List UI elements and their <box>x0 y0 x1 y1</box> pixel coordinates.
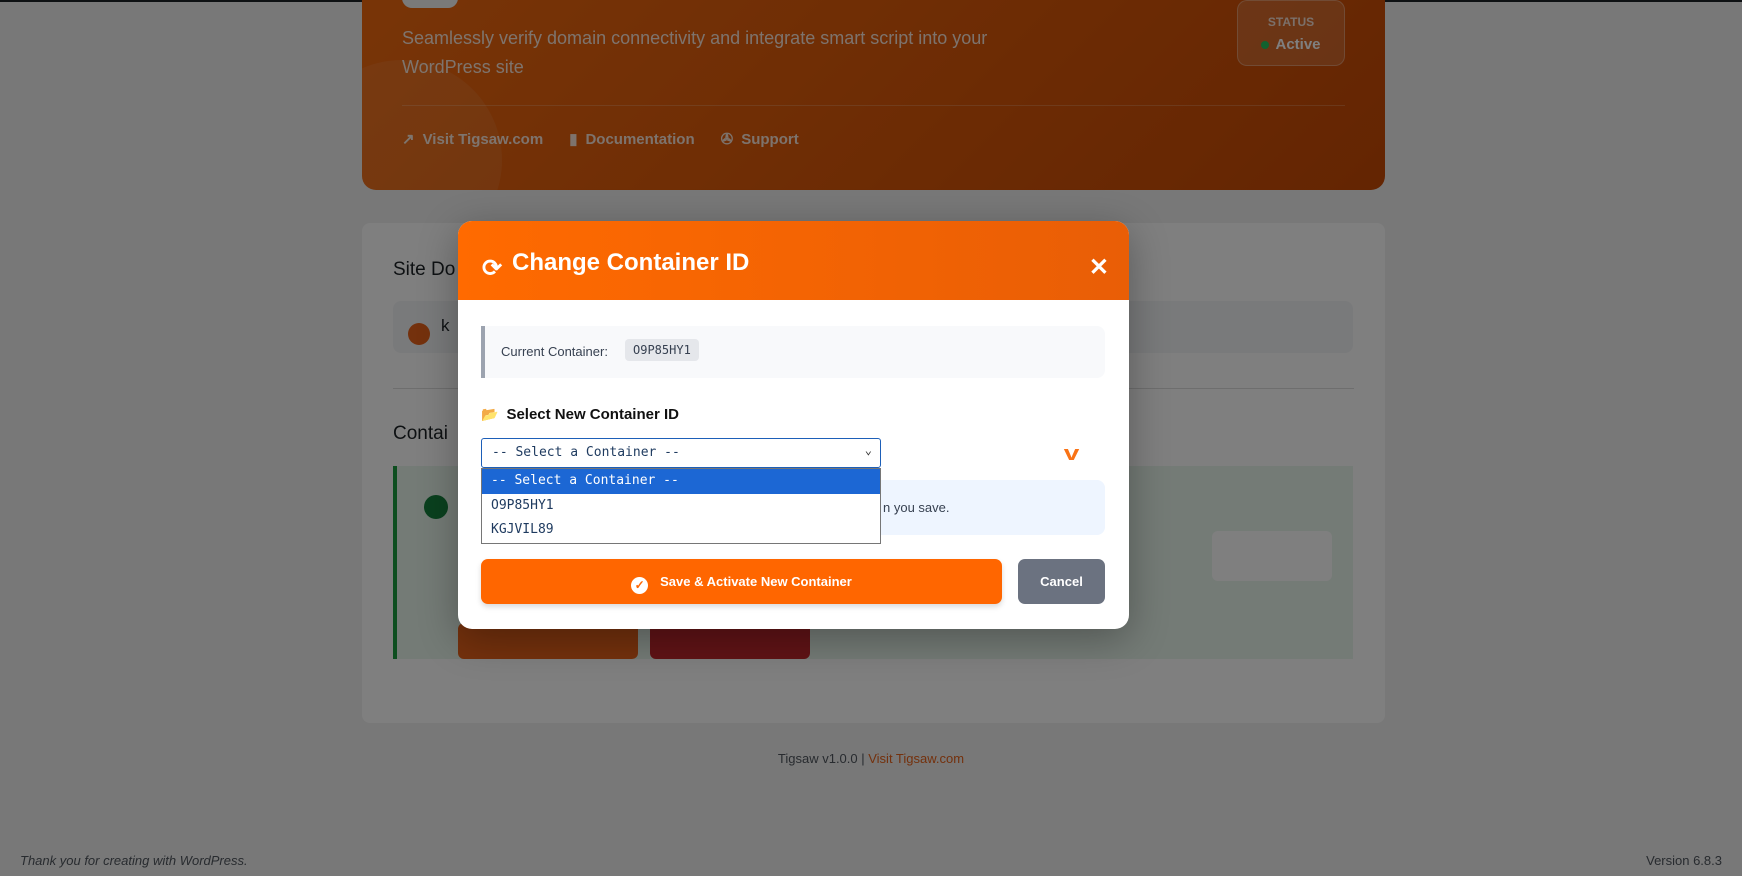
dropdown-option[interactable]: KGJVIL89 <box>482 518 880 543</box>
folder-open-icon: 📂 <box>481 406 499 422</box>
sync-icon: ⟳ <box>482 255 503 282</box>
modal-title: Change Container ID <box>512 249 750 276</box>
check-circle-icon: ✓ <box>631 577 649 594</box>
current-container-label: Current Container: <box>501 344 608 359</box>
container-dropdown-list: -- Select a Container -- O9P85HY1 KGJVIL… <box>481 468 881 544</box>
save-label: Save & Activate New Container <box>660 574 852 589</box>
close-icon[interactable]: ✕ <box>1089 253 1109 282</box>
dropdown-option[interactable]: O9P85HY1 <box>482 494 880 519</box>
current-container-box: Current Container: O9P85HY1 <box>481 326 1105 378</box>
container-select[interactable]: -- Select a Container -- ⌄ <box>481 438 881 468</box>
info-text: n you save. <box>883 500 950 515</box>
save-activate-button[interactable]: ✓ Save & Activate New Container <box>481 559 1002 604</box>
select-label-text: Select New Container ID <box>506 406 679 423</box>
dropdown-option[interactable]: -- Select a Container -- <box>482 469 880 494</box>
chevron-down-icon: v <box>1063 443 1080 465</box>
current-container-value: O9P85HY1 <box>625 339 699 361</box>
cancel-button[interactable]: Cancel <box>1018 559 1105 604</box>
chevron-down-icon: ⌄ <box>864 443 872 457</box>
select-label: 📂 Select New Container ID <box>481 406 679 423</box>
select-value: -- Select a Container -- <box>492 445 680 460</box>
modal-header: ⟳ Change Container ID ✕ <box>458 221 1129 300</box>
change-container-modal: ⟳ Change Container ID ✕ Current Containe… <box>458 221 1129 629</box>
